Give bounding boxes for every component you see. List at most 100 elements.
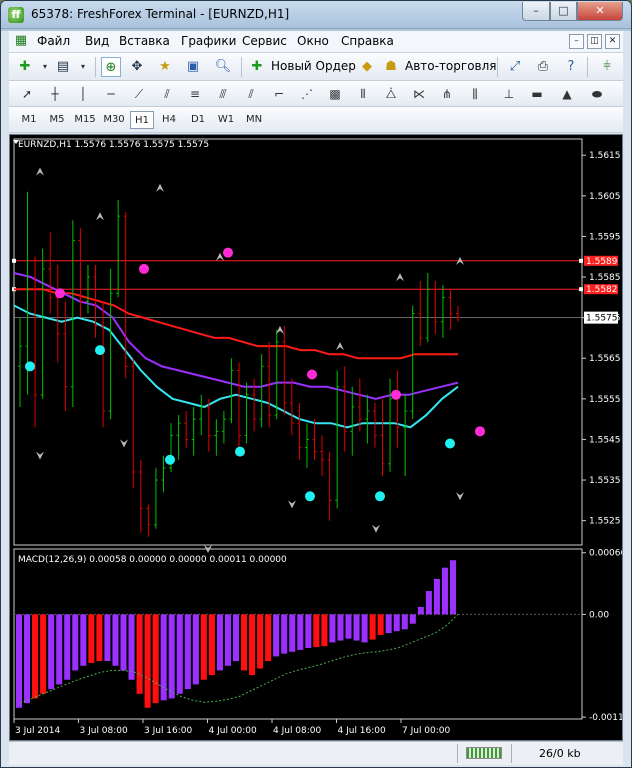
menu-help[interactable]: Справка bbox=[341, 34, 394, 48]
fractal-up-arrow bbox=[96, 212, 104, 221]
ellipse-icon[interactable]: ⬬ bbox=[587, 84, 607, 104]
help-icon[interactable]: ? bbox=[561, 57, 581, 77]
cursor-icon[interactable]: ➚ bbox=[17, 84, 37, 104]
time-tick-label: 4 Jul 00:00 bbox=[209, 726, 258, 736]
gann-fan-icon[interactable]: ⋰ bbox=[297, 84, 317, 104]
new-chart-icon[interactable]: ✚ bbox=[15, 57, 35, 77]
metaeditor-icon[interactable]: ◆ bbox=[357, 57, 377, 77]
macd-histogram-bar bbox=[401, 614, 408, 630]
chart-canvas[interactable]: 1.5615 1.5605 1.5595 1.5585 1.5575 1.5565 1.55… bbox=[10, 135, 622, 740]
price-tick-label: 1.5615 bbox=[589, 151, 621, 161]
mdi-close-button[interactable]: ✕ bbox=[605, 34, 620, 49]
profiles-dropdown-icon[interactable]: ▾ bbox=[73, 57, 93, 77]
regression-icon[interactable]: ⫼ bbox=[465, 84, 485, 104]
macd-histogram-bar bbox=[369, 614, 376, 640]
maximize-button[interactable]: □ bbox=[550, 2, 577, 21]
signal-dot-magenta bbox=[307, 369, 317, 380]
price-pane bbox=[13, 138, 583, 546]
chart-area[interactable]: 1.5615 1.5605 1.5595 1.5585 1.5575 1.5565 1.55… bbox=[9, 134, 623, 741]
macd-histogram-bar bbox=[249, 614, 256, 676]
tf-m5[interactable]: M5 bbox=[45, 111, 69, 129]
crosshair-icon[interactable]: ┼ bbox=[45, 84, 65, 104]
tf-d1[interactable]: D1 bbox=[186, 111, 210, 129]
macd-histogram-bar bbox=[377, 614, 384, 635]
signal-dot-cyan bbox=[305, 491, 315, 502]
fractal-down-arrow bbox=[456, 492, 464, 501]
fullscreen-icon[interactable]: ⤢ bbox=[505, 57, 525, 77]
macd-histogram-bar bbox=[112, 614, 119, 666]
new-order-icon[interactable]: ✚ bbox=[247, 57, 267, 77]
pitchfork-icon[interactable]: ⋔ bbox=[437, 84, 457, 104]
macd-histogram-bar bbox=[345, 614, 352, 639]
mdi-restore-button[interactable]: ◫ bbox=[587, 34, 602, 49]
fibo-timezones-icon[interactable]: ⦀ bbox=[353, 84, 373, 104]
price-tick-label: 1.5545 bbox=[589, 435, 621, 445]
tf-h4[interactable]: H4 bbox=[157, 111, 181, 129]
macd-histogram-bar bbox=[72, 614, 79, 671]
terminal-icon[interactable]: ▣ bbox=[183, 57, 203, 77]
tf-m1[interactable]: M1 bbox=[17, 111, 41, 129]
fibo-icon[interactable]: ≡ bbox=[185, 84, 205, 104]
macd-histogram-bar bbox=[425, 591, 432, 615]
tf-m15[interactable]: M15 bbox=[73, 111, 97, 129]
price-level-tag-label: 1.5582 bbox=[586, 285, 618, 295]
market-watch-icon[interactable]: ⊕ bbox=[101, 57, 121, 77]
app-icon: ff bbox=[8, 7, 24, 23]
gann-grid-icon[interactable]: ▩ bbox=[325, 84, 345, 104]
menu-tools[interactable]: Сервис bbox=[242, 34, 287, 48]
menu-bar: ▦ Файл Вид Вставка Графики Сервис Окно С… bbox=[9, 31, 623, 53]
fibo-channel-icon[interactable]: ⫻ bbox=[213, 84, 233, 104]
vertical-line-icon[interactable]: │ bbox=[73, 84, 93, 104]
macd-histogram-bar bbox=[96, 614, 103, 662]
close-button[interactable]: ✕ bbox=[577, 2, 623, 21]
macd-tick-label: 0.00066 bbox=[589, 549, 622, 559]
tf-mn[interactable]: MN bbox=[242, 111, 266, 129]
print-icon[interactable]: ⎙ bbox=[533, 57, 553, 77]
terminal-window: ff 65378: FreshForex Terminal - [EURNZD,… bbox=[0, 0, 632, 768]
menu-charts[interactable]: Графики bbox=[181, 34, 236, 48]
menu-view[interactable]: Вид bbox=[85, 34, 109, 48]
fibo-arcs-icon[interactable]: ⧊ bbox=[381, 84, 401, 104]
chart-window-icon[interactable]: ▦ bbox=[11, 31, 31, 51]
menu-file[interactable]: Файл bbox=[37, 34, 70, 48]
minimize-button[interactable]: – bbox=[522, 2, 550, 21]
macd-histogram-bar bbox=[273, 614, 280, 657]
macd-histogram-bar bbox=[48, 614, 55, 690]
rectangle-icon[interactable]: ▬ bbox=[527, 84, 547, 104]
fibo-fan-icon[interactable]: ⋉ bbox=[409, 84, 429, 104]
navigator-icon[interactable]: ✥ bbox=[127, 57, 147, 77]
time-tick-label: 7 Jul 00:00 bbox=[402, 726, 451, 736]
menu-window[interactable]: Окно bbox=[297, 34, 329, 48]
period-separator-icon[interactable]: ⫩ bbox=[597, 57, 617, 77]
trendline-icon[interactable]: ⟋ bbox=[129, 84, 149, 104]
profiles-icon[interactable]: ▤ bbox=[53, 57, 73, 77]
window-title: 65378: FreshForex Terminal - [EURNZD,H1] bbox=[31, 7, 290, 21]
macd-histogram-bar bbox=[136, 614, 143, 694]
title-bar[interactable]: ff 65378: FreshForex Terminal - [EURNZD,… bbox=[1, 1, 631, 29]
tester-icon[interactable]: 🔍︎ bbox=[213, 57, 233, 77]
macd-histogram-bar bbox=[297, 614, 304, 650]
tf-h1[interactable]: H1 bbox=[130, 111, 154, 129]
fibo-expansion-icon[interactable]: ⫽ bbox=[241, 84, 261, 104]
channel-icon[interactable]: ⫽ bbox=[157, 84, 177, 104]
cycle-lines-icon[interactable]: ⊥ bbox=[499, 84, 519, 104]
mdi-minimize-button[interactable]: – bbox=[569, 34, 584, 49]
macd-histogram-bar bbox=[441, 567, 448, 615]
triangle-icon[interactable]: ▲ bbox=[557, 84, 577, 104]
macd-histogram-bar bbox=[80, 614, 87, 666]
tf-m30[interactable]: M30 bbox=[102, 111, 126, 129]
menu-insert[interactable]: Вставка bbox=[119, 34, 170, 48]
macd-histogram-bar bbox=[24, 614, 31, 704]
data-window-icon[interactable]: ★ bbox=[155, 57, 175, 77]
horizontal-line-icon[interactable]: ─ bbox=[101, 84, 121, 104]
macd-histogram-bar bbox=[184, 614, 191, 690]
gann-icon[interactable]: ⌐ bbox=[269, 84, 289, 104]
dropdown-arrow-icon[interactable]: ▾ bbox=[35, 57, 55, 77]
new-order-button[interactable]: Новый Ордер bbox=[271, 59, 356, 73]
auto-trading-icon[interactable]: ☗ bbox=[381, 57, 401, 77]
chart-symbol-header: EURNZD,H1 1.5576 1.5576 1.5575 1.5575 bbox=[18, 140, 209, 150]
signal-dot-magenta bbox=[475, 426, 485, 437]
tf-w1[interactable]: W1 bbox=[214, 111, 238, 129]
auto-trading-button[interactable]: Авто-торговля bbox=[405, 59, 497, 73]
level-anchor bbox=[579, 258, 583, 263]
